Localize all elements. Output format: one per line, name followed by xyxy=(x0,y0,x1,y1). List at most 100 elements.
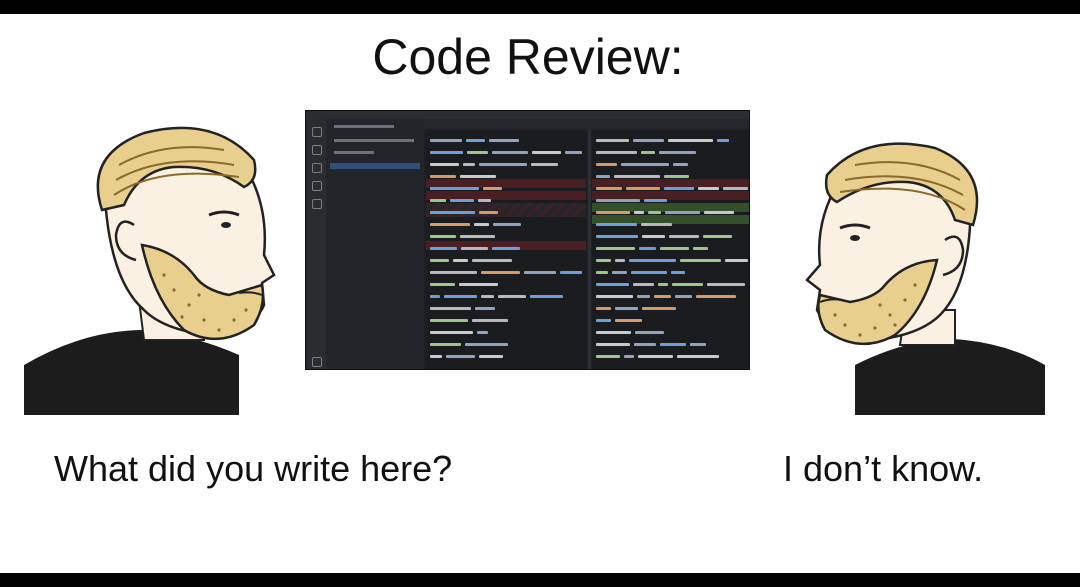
code-text-line xyxy=(641,223,672,226)
code-text-line xyxy=(635,331,664,334)
code-text-line xyxy=(479,211,498,214)
code-text-line xyxy=(475,307,495,310)
code-text-line xyxy=(463,163,475,166)
code-text-line xyxy=(430,271,477,274)
code-text-line xyxy=(659,151,696,154)
code-text-line xyxy=(430,175,456,178)
code-text-line xyxy=(596,271,608,274)
editor-tab-bar xyxy=(424,119,749,129)
code-text-line xyxy=(565,151,582,154)
code-text-line xyxy=(664,187,694,190)
extensions-icon xyxy=(312,199,322,209)
code-text-line xyxy=(430,259,449,262)
code-text-line xyxy=(680,259,721,262)
code-text-line xyxy=(430,199,446,202)
code-text-line xyxy=(703,235,732,238)
code-text-line xyxy=(430,319,468,322)
left-caption: What did you write here? xyxy=(54,448,453,489)
code-text-line xyxy=(479,163,527,166)
code-text-line xyxy=(615,319,642,322)
files-icon xyxy=(312,127,322,137)
code-text-line xyxy=(430,247,457,250)
code-text-line xyxy=(639,247,656,250)
code-text-line xyxy=(478,199,491,202)
code-text-line xyxy=(648,211,661,214)
code-text-line xyxy=(489,139,519,142)
code-text-line xyxy=(707,283,745,286)
editor-titlebar xyxy=(306,111,749,119)
code-text-line xyxy=(596,187,622,190)
code-text-line xyxy=(472,319,508,322)
code-text-line xyxy=(596,175,610,178)
code-text-line xyxy=(658,283,668,286)
code-text-line xyxy=(430,223,470,226)
right-bearded-man-figure xyxy=(805,142,1045,415)
diff-pane-modified xyxy=(592,131,749,369)
code-text-line xyxy=(644,199,667,202)
code-text-line xyxy=(704,211,734,214)
code-text-line xyxy=(654,295,671,298)
code-text-line xyxy=(596,343,630,346)
code-text-line xyxy=(560,271,582,274)
code-text-line xyxy=(626,187,660,190)
code-text-line xyxy=(430,187,479,190)
meme-title: Code Review: xyxy=(372,29,684,85)
code-text-line xyxy=(634,343,656,346)
debug-icon xyxy=(312,181,322,191)
code-text-line xyxy=(696,295,736,298)
code-text-line xyxy=(430,211,475,214)
code-text-line xyxy=(614,175,660,178)
code-text-line xyxy=(483,187,502,190)
code-text-line xyxy=(481,271,520,274)
code-text-line xyxy=(633,283,654,286)
code-text-line xyxy=(642,307,676,310)
code-text-line xyxy=(530,295,563,298)
code-text-line xyxy=(673,163,688,166)
code-text-line xyxy=(430,331,473,334)
code-text-line xyxy=(465,343,508,346)
code-text-line xyxy=(596,331,631,334)
sidebar-line xyxy=(334,139,414,142)
code-text-line xyxy=(481,295,494,298)
code-text-line xyxy=(532,151,561,154)
code-text-line xyxy=(430,235,456,238)
code-text-line xyxy=(466,139,485,142)
code-text-line xyxy=(430,343,461,346)
code-text-line xyxy=(460,235,495,238)
sidebar-line xyxy=(334,125,394,128)
code-text-line xyxy=(453,259,468,262)
code-text-line xyxy=(660,247,689,250)
code-text-line xyxy=(493,223,521,226)
code-text-line xyxy=(621,163,669,166)
code-text-line xyxy=(474,223,489,226)
code-text-line xyxy=(430,355,442,358)
code-text-line xyxy=(642,235,665,238)
code-text-line xyxy=(723,187,748,190)
code-text-line xyxy=(596,199,640,202)
code-text-line xyxy=(460,175,496,178)
code-text-line xyxy=(430,151,463,154)
code-editor-screenshot xyxy=(305,110,750,370)
code-text-line xyxy=(717,139,729,142)
code-text-line xyxy=(596,139,629,142)
sidebar-line xyxy=(334,151,374,154)
code-text-line xyxy=(430,283,455,286)
code-text-line xyxy=(461,247,488,250)
code-text-line xyxy=(596,319,611,322)
code-text-line xyxy=(596,283,629,286)
editor-sidebar xyxy=(326,119,424,369)
code-text-line xyxy=(472,259,512,262)
code-text-line xyxy=(677,355,719,358)
code-text-line xyxy=(637,295,650,298)
code-text-line xyxy=(444,295,477,298)
code-text-line xyxy=(430,307,471,310)
code-text-line xyxy=(624,355,634,358)
right-caption: I don’t know. xyxy=(783,448,984,489)
code-text-line xyxy=(596,247,635,250)
code-text-line xyxy=(596,235,638,238)
code-text-line xyxy=(467,151,488,154)
search-icon xyxy=(312,145,322,155)
source-control-icon xyxy=(312,163,322,173)
bottom-border xyxy=(0,573,1080,587)
diff-highlight-row xyxy=(426,203,586,217)
